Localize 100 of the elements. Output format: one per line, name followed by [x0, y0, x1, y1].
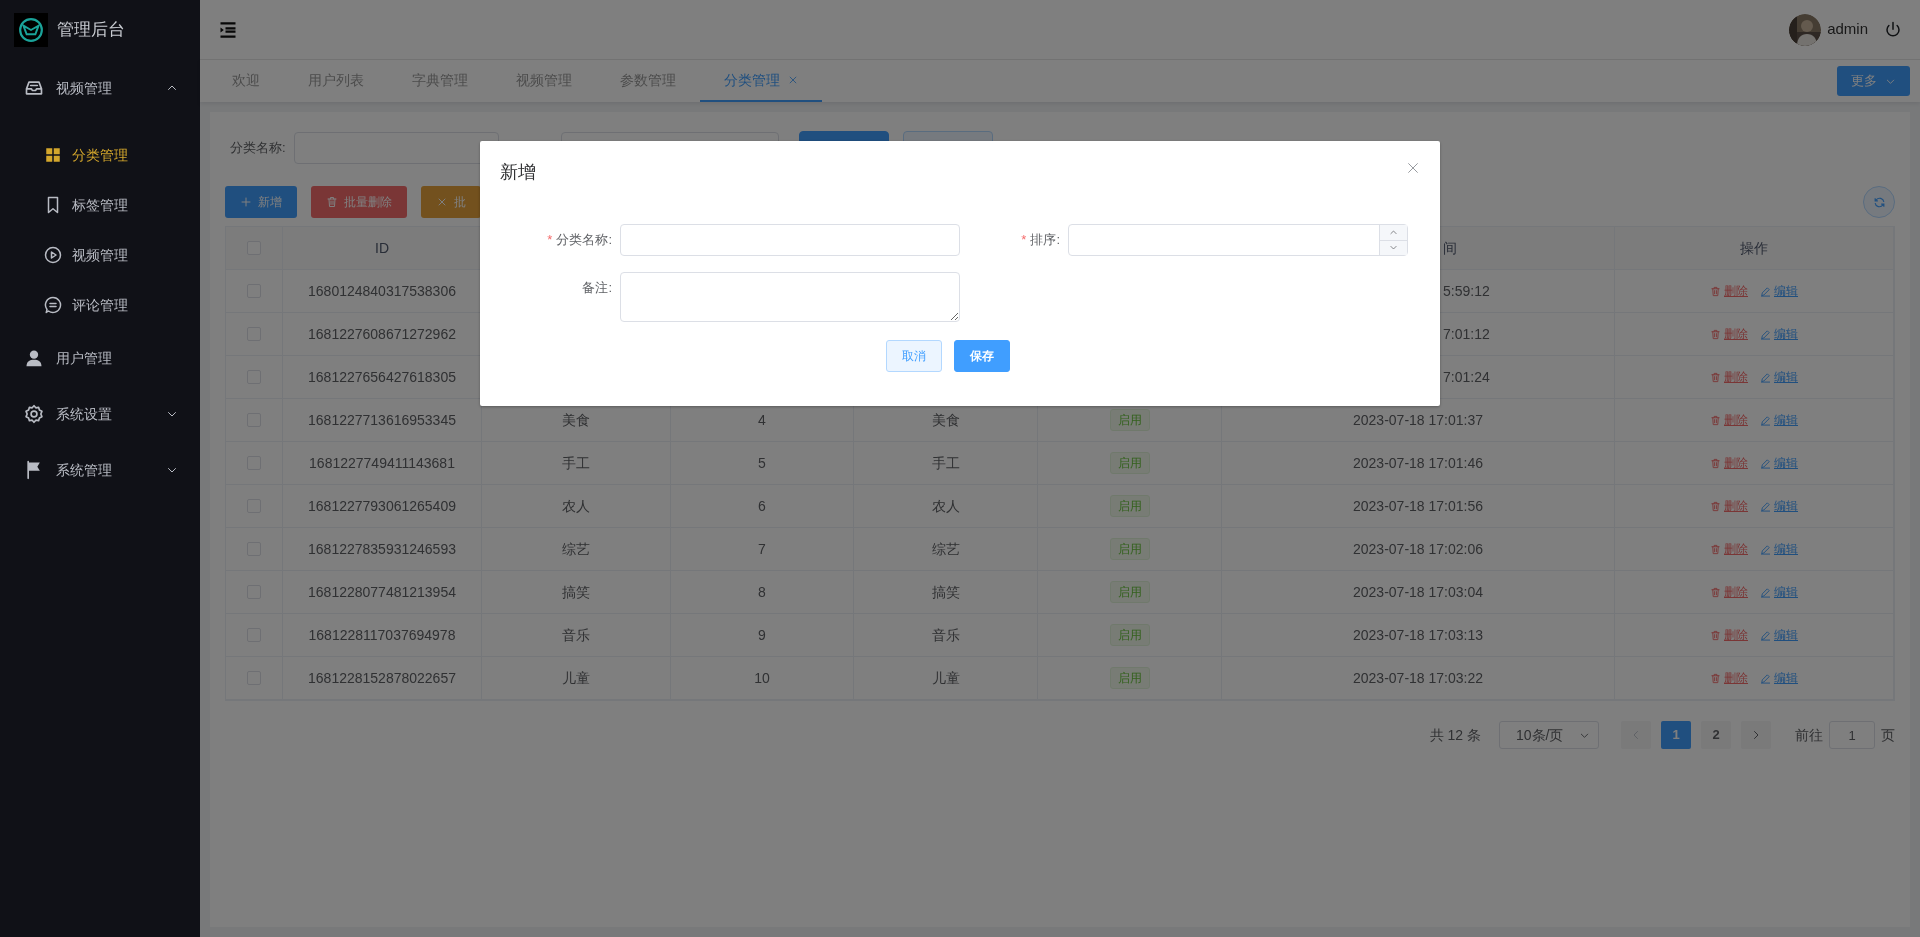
delete-link[interactable]: 删除 [1710, 368, 1748, 386]
username[interactable]: admin [1827, 18, 1868, 41]
logout-button[interactable] [1884, 20, 1902, 39]
menu-toggle-button[interactable] [218, 19, 238, 40]
sidebar-subitem[interactable]: 评论管理 [0, 280, 200, 330]
plus-icon [240, 196, 252, 208]
table-cell-text: 音乐 [931, 625, 960, 645]
prev-page-button[interactable] [1621, 721, 1651, 749]
table-cell-text: 1681228077481213954 [308, 582, 456, 602]
table-cell-text: 音乐 [562, 625, 590, 645]
text-field[interactable] [620, 224, 960, 256]
cancel-button[interactable]: 取消 [886, 340, 942, 372]
refresh-button[interactable] [1863, 186, 1895, 218]
name-filter-field[interactable] [293, 132, 499, 164]
batch-button[interactable]: 批 [421, 186, 481, 218]
table-cell-text: 1681228117037694978 [308, 625, 456, 645]
delete-link[interactable]: 删除 [1710, 583, 1748, 601]
pencil-icon [1760, 328, 1771, 340]
edit-link[interactable]: 编辑 [1760, 626, 1798, 644]
table-cell-text: 7:01:24 [1443, 367, 1490, 387]
table-cell-text: 农人 [562, 496, 590, 516]
table-cell-text: 2023-07-18 17:01:56 [1353, 496, 1483, 516]
table-cell-text: 8 [758, 582, 766, 602]
trash-icon [1710, 672, 1721, 684]
table-cell-text: 手工 [562, 453, 590, 473]
sidebar-subitem[interactable]: 标签管理 [0, 180, 200, 230]
power-icon [1884, 20, 1902, 39]
page-button[interactable]: 1 [1661, 721, 1691, 749]
goto-page-field[interactable]: 1 [1829, 721, 1875, 749]
page-size-select[interactable]: 10条/页 [1499, 721, 1599, 749]
delete-link[interactable]: 删除 [1710, 282, 1748, 300]
sidebar-item[interactable]: 系统管理 [0, 442, 200, 498]
edit-link[interactable]: 编辑 [1760, 411, 1798, 429]
edit-link[interactable]: 编辑 [1760, 540, 1798, 558]
delete-link[interactable]: 删除 [1710, 411, 1748, 429]
remark-field[interactable] [620, 272, 960, 322]
number-field[interactable] [1068, 224, 1408, 256]
delete-link[interactable]: 删除 [1710, 669, 1748, 687]
tab[interactable]: 分类管理 [700, 60, 822, 102]
column-header: 间 [1443, 238, 1457, 258]
table-cell-text: 1681227749411143681 [309, 453, 455, 473]
save-button[interactable]: 保存 [954, 340, 1010, 372]
pencil-icon [1760, 500, 1771, 512]
sidebar-item[interactable]: 视频管理 [0, 60, 200, 116]
trash-icon [1710, 500, 1721, 512]
sidebar-item[interactable]: 用户管理 [0, 330, 200, 386]
column-header: 操作 [1740, 238, 1768, 258]
field-label: * 分类名称: [546, 231, 612, 249]
page-suffix: 页 [1881, 725, 1895, 745]
close-button[interactable] [1406, 161, 1420, 175]
delete-link[interactable]: 删除 [1710, 454, 1748, 472]
delete-link[interactable]: 删除 [1710, 497, 1748, 515]
table-cell-text: 5:59:12 [1443, 281, 1490, 301]
chevron-up-icon [1389, 227, 1398, 237]
table-cell-text: 9 [758, 625, 766, 645]
trash-icon [326, 196, 338, 208]
trash-icon [1710, 586, 1721, 598]
add-button[interactable]: 新增 [225, 186, 297, 218]
refresh-icon [1872, 195, 1886, 209]
inbox-icon [24, 78, 44, 98]
pencil-icon [1760, 672, 1771, 684]
trash-icon [1710, 328, 1721, 340]
edit-link[interactable]: 编辑 [1760, 368, 1798, 386]
close-icon [1406, 161, 1420, 175]
trash-icon [1710, 414, 1721, 426]
edit-link[interactable]: 编辑 [1760, 454, 1798, 472]
edit-link[interactable]: 编辑 [1760, 282, 1798, 300]
delete-link[interactable]: 删除 [1710, 540, 1748, 558]
sidebar-subitem[interactable]: 视频管理 [0, 230, 200, 280]
table-cell-text: 1681227793061265409 [308, 496, 456, 516]
table-cell-text: 手工 [931, 453, 960, 473]
edit-link[interactable]: 编辑 [1760, 497, 1798, 515]
trash-icon [1710, 629, 1721, 641]
delete-link[interactable]: 删除 [1710, 325, 1748, 343]
table-cell-text: 5 [758, 453, 766, 473]
close-icon [436, 196, 448, 208]
pencil-icon [1760, 371, 1771, 383]
pencil-icon [1760, 586, 1771, 598]
table-cell-text: 4 [758, 410, 766, 430]
more-dropdown-button[interactable]: 更多 [1837, 66, 1910, 96]
pencil-icon [1760, 543, 1771, 555]
table-cell-text: 综艺 [931, 539, 960, 559]
next-page-button[interactable] [1741, 721, 1771, 749]
sidebar-subitem[interactable]: 分类管理 [0, 130, 200, 180]
sidebar-item[interactable]: 系统设置 [0, 386, 200, 442]
edit-link[interactable]: 编辑 [1760, 669, 1798, 687]
pencil-icon [1760, 457, 1771, 469]
batch-delete-button[interactable]: 批量删除 [311, 186, 407, 218]
table-cell-text: 6 [758, 496, 766, 516]
pencil-icon [1760, 414, 1771, 426]
edit-link[interactable]: 编辑 [1760, 583, 1798, 601]
table-cell-text: 农人 [931, 496, 960, 516]
delete-link[interactable]: 删除 [1710, 626, 1748, 644]
page-button[interactable]: 2 [1701, 721, 1731, 749]
edit-link[interactable]: 编辑 [1760, 325, 1798, 343]
table-cell-text: 10 [754, 668, 770, 688]
status-tag: 启用 [1109, 538, 1150, 560]
filter-label: 分类名称: [230, 139, 286, 158]
gear-icon [24, 404, 44, 424]
table-cell-text: 2023-07-18 17:03:22 [1353, 668, 1483, 688]
